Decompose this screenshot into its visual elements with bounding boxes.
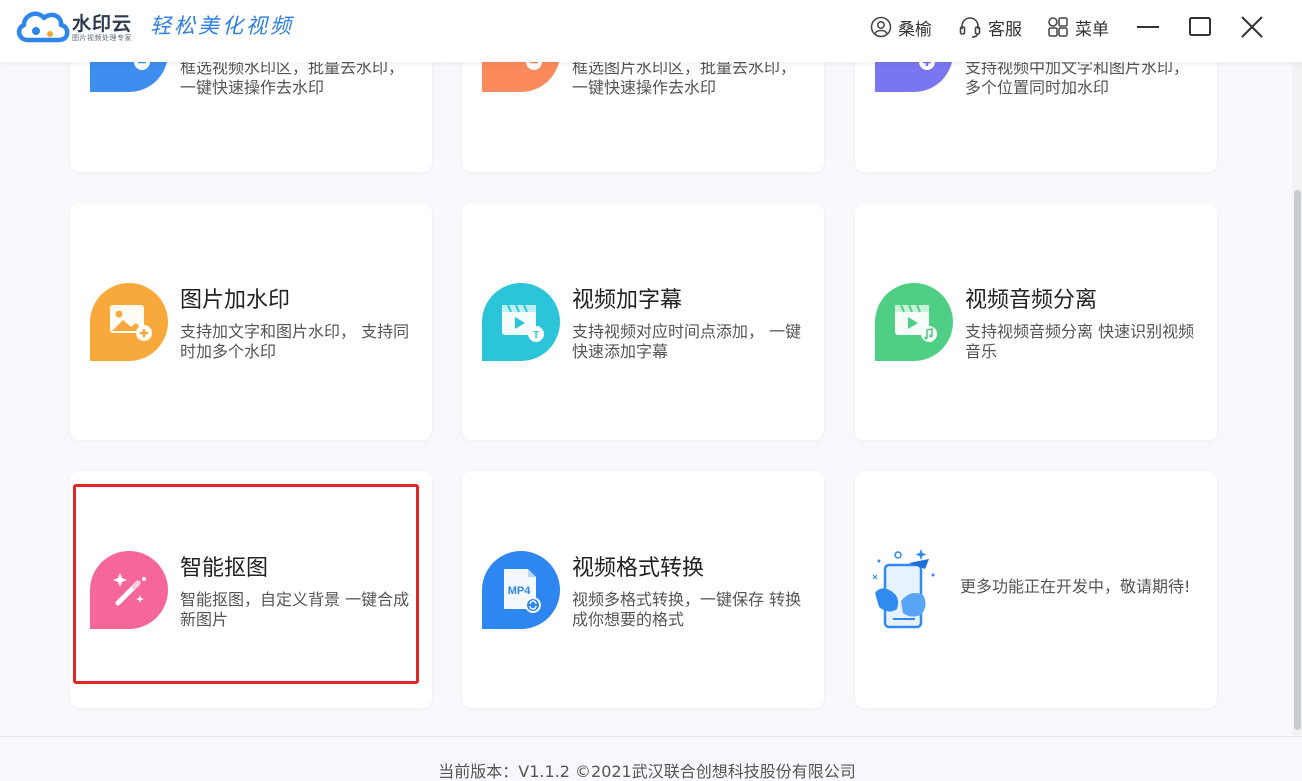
video-subtitle-icon: T bbox=[482, 283, 560, 361]
top-bar: 水印云 图片视频处理专家 轻松美化视频 桑榆 客服 菜单 bbox=[0, 0, 1302, 62]
customer-service-button[interactable]: 客服 bbox=[958, 14, 1022, 40]
mp4-badge: MP4 bbox=[508, 585, 532, 597]
card-title: 智能抠图 bbox=[180, 556, 269, 581]
mp4-convert-icon: MP4 bbox=[482, 551, 560, 629]
minimize-icon[interactable] bbox=[1134, 13, 1162, 41]
user-icon bbox=[870, 16, 892, 38]
card-description: 支持视频对应时间点添加， 一键快速添加字幕 bbox=[572, 322, 802, 361]
card-video-format-convert[interactable]: MP4 视频格式转换 视频多格式转换，一键保存 转换成你想要的格式 bbox=[462, 471, 824, 708]
service-label: 客服 bbox=[988, 19, 1022, 40]
magic-wand-icon bbox=[90, 551, 168, 629]
card-description: 框选视频水印区，批量去水印，一键快速操作去水印 bbox=[180, 58, 405, 97]
card-description: 视频多格式转换，一键保存 转换成你想要的格式 bbox=[572, 590, 802, 629]
scrollbar-thumb[interactable] bbox=[1294, 190, 1301, 730]
slogan: 轻松美化视频 bbox=[150, 14, 294, 38]
card-image-add-watermark[interactable]: 图片加水印 支持加文字和图片水印， 支持同时加多个水印 bbox=[70, 203, 432, 440]
brand-subtitle: 图片视频处理专家 bbox=[72, 34, 132, 42]
audio-separate-icon bbox=[875, 283, 953, 361]
brand-name: 水印云 bbox=[72, 13, 133, 35]
card-description: 框选图片水印区，批量去水印，一键快速操作去水印 bbox=[572, 58, 797, 97]
headset-icon bbox=[959, 17, 981, 38]
close-icon[interactable] bbox=[1238, 13, 1266, 41]
footer-version: 当前版本：V1.1.2 ©2021武汉联合创想科技股份有限公司 bbox=[438, 762, 856, 781]
card-title: 视频格式转换 bbox=[572, 556, 705, 581]
card-description: 更多功能正在开发中，敬请期待! bbox=[960, 577, 1191, 596]
card-title: 视频音频分离 bbox=[965, 288, 1098, 313]
card-title: 视频加字幕 bbox=[572, 288, 683, 313]
menu-label: 菜单 bbox=[1075, 19, 1109, 40]
footer-divider bbox=[0, 736, 1302, 737]
card-description: 支持视频音频分离 快速识别视频音乐 bbox=[965, 322, 1195, 361]
card-smart-cutout[interactable]: 智能抠图 智能抠图，自定义背景 一键合成新图片 bbox=[70, 471, 432, 708]
card-description: 支持加文字和图片水印， 支持同时加多个水印 bbox=[180, 322, 410, 361]
card-coming-soon: 更多功能正在开发中，敬请期待! bbox=[855, 471, 1217, 708]
user-label: 桑榆 bbox=[898, 19, 932, 40]
svg-text:T: T bbox=[533, 330, 539, 341]
maximize-icon[interactable] bbox=[1186, 13, 1214, 41]
menu-button[interactable]: 菜单 bbox=[1047, 14, 1109, 40]
image-add-icon bbox=[90, 283, 168, 361]
user-account-button[interactable]: 桑榆 bbox=[870, 14, 932, 40]
card-description: 智能抠图，自定义背景 一键合成新图片 bbox=[180, 590, 410, 629]
grid-menu-icon bbox=[1048, 17, 1068, 37]
cloud-logo bbox=[16, 11, 70, 43]
card-description: 支持视频中加文字和图片水印，多个位置同时加水印 bbox=[965, 58, 1190, 97]
card-audio-separate[interactable]: 视频音频分离 支持视频音频分离 快速识别视频音乐 bbox=[855, 203, 1217, 440]
card-title: 图片加水印 bbox=[180, 288, 291, 313]
developing-illustration bbox=[872, 549, 935, 629]
card-video-add-subtitle[interactable]: T 视频加字幕 支持视频对应时间点添加， 一键快速添加字幕 bbox=[462, 203, 824, 440]
